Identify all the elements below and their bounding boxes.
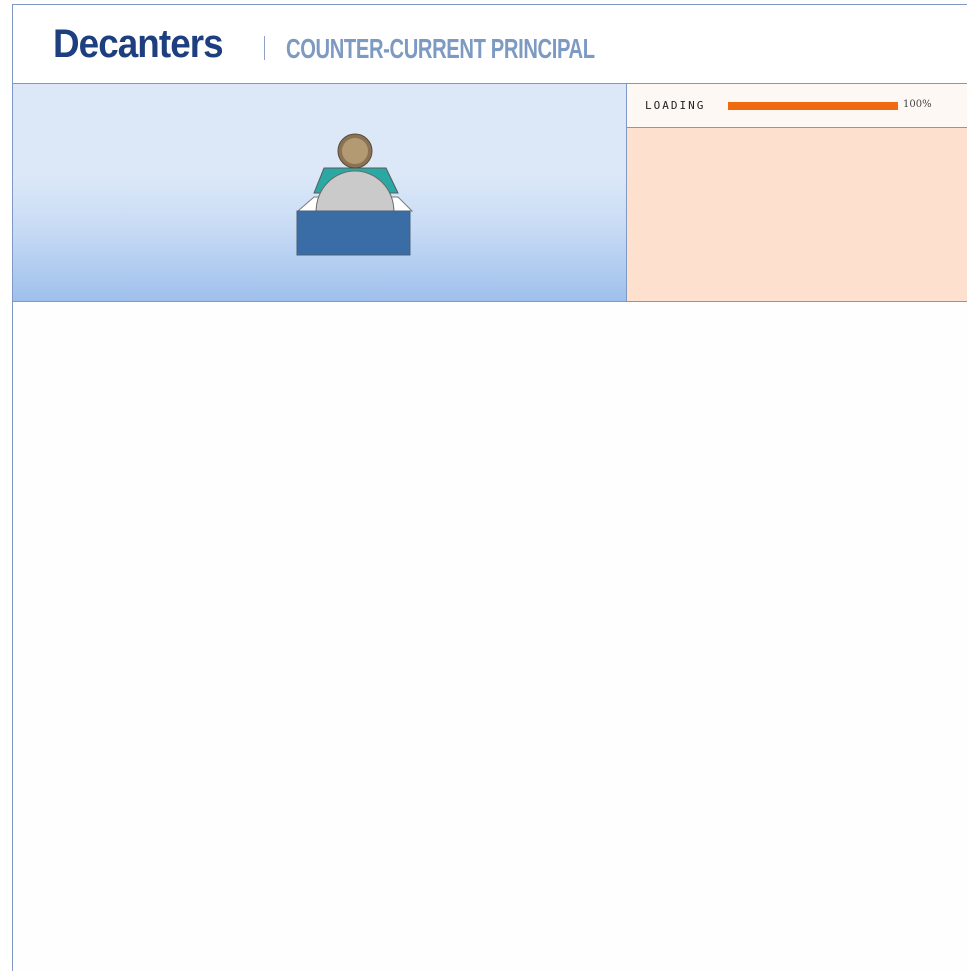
side-panel: LOADING 100% — [627, 84, 967, 301]
loading-progress-bar — [728, 102, 898, 110]
main-content-area — [13, 302, 967, 972]
person-at-desk-icon — [296, 133, 414, 256]
header-separator — [264, 36, 265, 60]
loading-progress-fill — [728, 102, 898, 110]
loading-percent: 100% — [903, 99, 932, 110]
loading-label: LOADING — [645, 99, 706, 112]
header: Decanters COUNTER-CURRENT PRINCIPAL — [13, 5, 967, 84]
app-frame: Decanters COUNTER-CURRENT PRINCIPAL LOAD… — [12, 4, 967, 972]
hero-banner — [13, 84, 627, 301]
brand-title: Decanters — [53, 22, 224, 66]
page-subtitle: COUNTER-CURRENT PRINCIPAL — [286, 33, 595, 64]
loading-row: LOADING 100% — [627, 84, 967, 128]
